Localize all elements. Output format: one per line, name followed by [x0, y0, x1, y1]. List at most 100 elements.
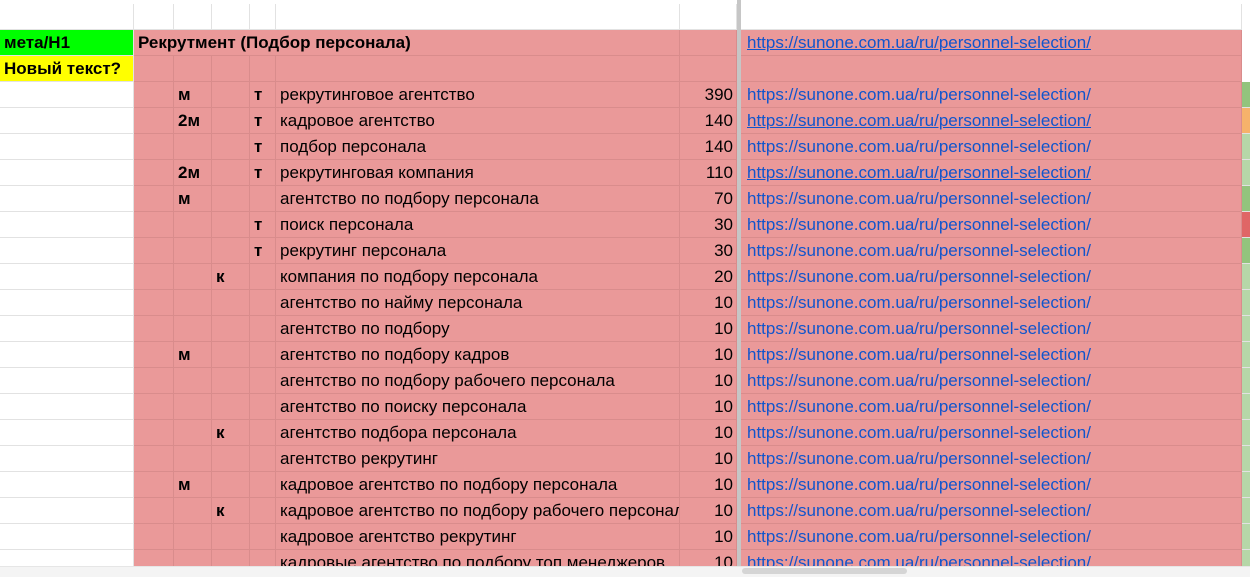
spreadsheet-grid[interactable]: мета/H1 Рекрутмент (Подбор персонала) ht…	[0, 0, 1250, 577]
t-flag-cell[interactable]	[250, 290, 276, 316]
cell[interactable]	[0, 160, 134, 186]
cell[interactable]	[134, 472, 174, 498]
m-flag-cell[interactable]	[174, 238, 212, 264]
cell[interactable]	[741, 56, 1242, 82]
url-link[interactable]: https://sunone.com.ua/ru/personnel-selec…	[741, 186, 1242, 212]
cell[interactable]	[276, 4, 680, 30]
status-color-cell[interactable]	[1242, 394, 1250, 420]
cell[interactable]	[0, 290, 134, 316]
keyword-cell[interactable]: кадровое агентство	[276, 108, 680, 134]
status-color-cell[interactable]	[1242, 472, 1250, 498]
m-flag-cell[interactable]	[174, 420, 212, 446]
cell[interactable]	[0, 264, 134, 290]
t-flag-cell[interactable]	[250, 498, 276, 524]
cell[interactable]	[0, 186, 134, 212]
cell[interactable]	[134, 342, 174, 368]
status-color-cell[interactable]	[1242, 108, 1250, 134]
t-flag-cell[interactable]: т	[250, 160, 276, 186]
keyword-cell[interactable]: агентство по подбору рабочего персонала	[276, 368, 680, 394]
cell[interactable]	[134, 108, 174, 134]
url-link[interactable]: https://sunone.com.ua/ru/personnel-selec…	[741, 498, 1242, 524]
keyword-cell[interactable]: поиск персонала	[276, 212, 680, 238]
status-color-cell[interactable]	[1242, 160, 1250, 186]
m-flag-cell[interactable]	[174, 134, 212, 160]
volume-cell[interactable]: 10	[680, 394, 737, 420]
cell[interactable]	[134, 4, 174, 30]
volume-cell[interactable]: 10	[680, 290, 737, 316]
k-flag-cell[interactable]	[212, 290, 250, 316]
horizontal-scrollbar-thumb[interactable]	[742, 568, 907, 574]
cell[interactable]	[134, 316, 174, 342]
m-flag-cell[interactable]: 2м	[174, 160, 212, 186]
volume-cell[interactable]: 10	[680, 420, 737, 446]
k-flag-cell[interactable]	[212, 342, 250, 368]
status-color-cell[interactable]	[1242, 368, 1250, 394]
m-flag-cell[interactable]	[174, 316, 212, 342]
volume-cell[interactable]: 390	[680, 82, 737, 108]
cell[interactable]	[0, 498, 134, 524]
t-flag-cell[interactable]: т	[250, 134, 276, 160]
k-flag-cell[interactable]	[212, 160, 250, 186]
k-flag-cell[interactable]: к	[212, 420, 250, 446]
keyword-cell[interactable]: кадровое агентство по подбору рабочего п…	[276, 498, 680, 524]
t-flag-cell[interactable]	[250, 316, 276, 342]
volume-cell[interactable]: 110	[680, 160, 737, 186]
status-color-cell[interactable]	[1242, 212, 1250, 238]
k-flag-cell[interactable]	[212, 238, 250, 264]
m-flag-cell[interactable]	[174, 290, 212, 316]
cell[interactable]	[174, 56, 212, 82]
cell[interactable]	[741, 4, 1242, 30]
keyword-cell[interactable]: агентство по подбору кадров	[276, 342, 680, 368]
cell[interactable]	[680, 30, 737, 56]
cell[interactable]	[250, 4, 276, 30]
volume-cell[interactable]: 140	[680, 108, 737, 134]
keyword-cell[interactable]: агентство по поиску персонала	[276, 394, 680, 420]
m-flag-cell[interactable]	[174, 446, 212, 472]
cell[interactable]	[680, 4, 737, 30]
t-flag-cell[interactable]: т	[250, 82, 276, 108]
url-link[interactable]: https://sunone.com.ua/ru/personnel-selec…	[741, 134, 1242, 160]
m-flag-cell[interactable]	[174, 524, 212, 550]
url-link[interactable]: https://sunone.com.ua/ru/personnel-selec…	[741, 394, 1242, 420]
cell[interactable]	[0, 342, 134, 368]
cell[interactable]	[0, 368, 134, 394]
keyword-cell[interactable]: агентство рекрутинг	[276, 446, 680, 472]
title-url-link[interactable]: https://sunone.com.ua/ru/personnel-selec…	[741, 30, 1242, 56]
status-color-cell[interactable]	[1242, 238, 1250, 264]
url-link[interactable]: https://sunone.com.ua/ru/personnel-selec…	[741, 316, 1242, 342]
status-color-cell[interactable]	[1242, 134, 1250, 160]
k-flag-cell[interactable]: к	[212, 264, 250, 290]
cell[interactable]	[0, 446, 134, 472]
cell[interactable]	[134, 290, 174, 316]
t-flag-cell[interactable]	[250, 472, 276, 498]
cell[interactable]	[0, 82, 134, 108]
status-color-cell[interactable]	[1242, 524, 1250, 550]
k-flag-cell[interactable]	[212, 472, 250, 498]
k-flag-cell[interactable]	[212, 82, 250, 108]
cell[interactable]	[134, 160, 174, 186]
volume-cell[interactable]: 10	[680, 368, 737, 394]
url-link[interactable]: https://sunone.com.ua/ru/personnel-selec…	[741, 420, 1242, 446]
t-flag-cell[interactable]	[250, 446, 276, 472]
status-color-cell[interactable]	[1242, 82, 1250, 108]
t-flag-cell[interactable]	[250, 264, 276, 290]
t-flag-cell[interactable]	[250, 342, 276, 368]
m-flag-cell[interactable]: м	[174, 82, 212, 108]
status-color-cell[interactable]	[1242, 446, 1250, 472]
t-flag-cell[interactable]: т	[250, 212, 276, 238]
cell[interactable]	[0, 316, 134, 342]
status-color-cell[interactable]	[1242, 316, 1250, 342]
m-flag-cell[interactable]	[174, 212, 212, 238]
page-title-cell[interactable]: Рекрутмент (Подбор персонала)	[134, 30, 680, 56]
m-flag-cell[interactable]	[174, 264, 212, 290]
t-flag-cell[interactable]	[250, 186, 276, 212]
status-color-cell[interactable]	[1242, 498, 1250, 524]
cell[interactable]	[134, 186, 174, 212]
cell[interactable]	[0, 420, 134, 446]
volume-cell[interactable]: 10	[680, 472, 737, 498]
k-flag-cell[interactable]	[212, 108, 250, 134]
keyword-cell[interactable]: подбор персонала	[276, 134, 680, 160]
keyword-cell[interactable]: рекрутинг персонала	[276, 238, 680, 264]
volume-cell[interactable]: 10	[680, 498, 737, 524]
keyword-cell[interactable]: рекрутинговое агентство	[276, 82, 680, 108]
